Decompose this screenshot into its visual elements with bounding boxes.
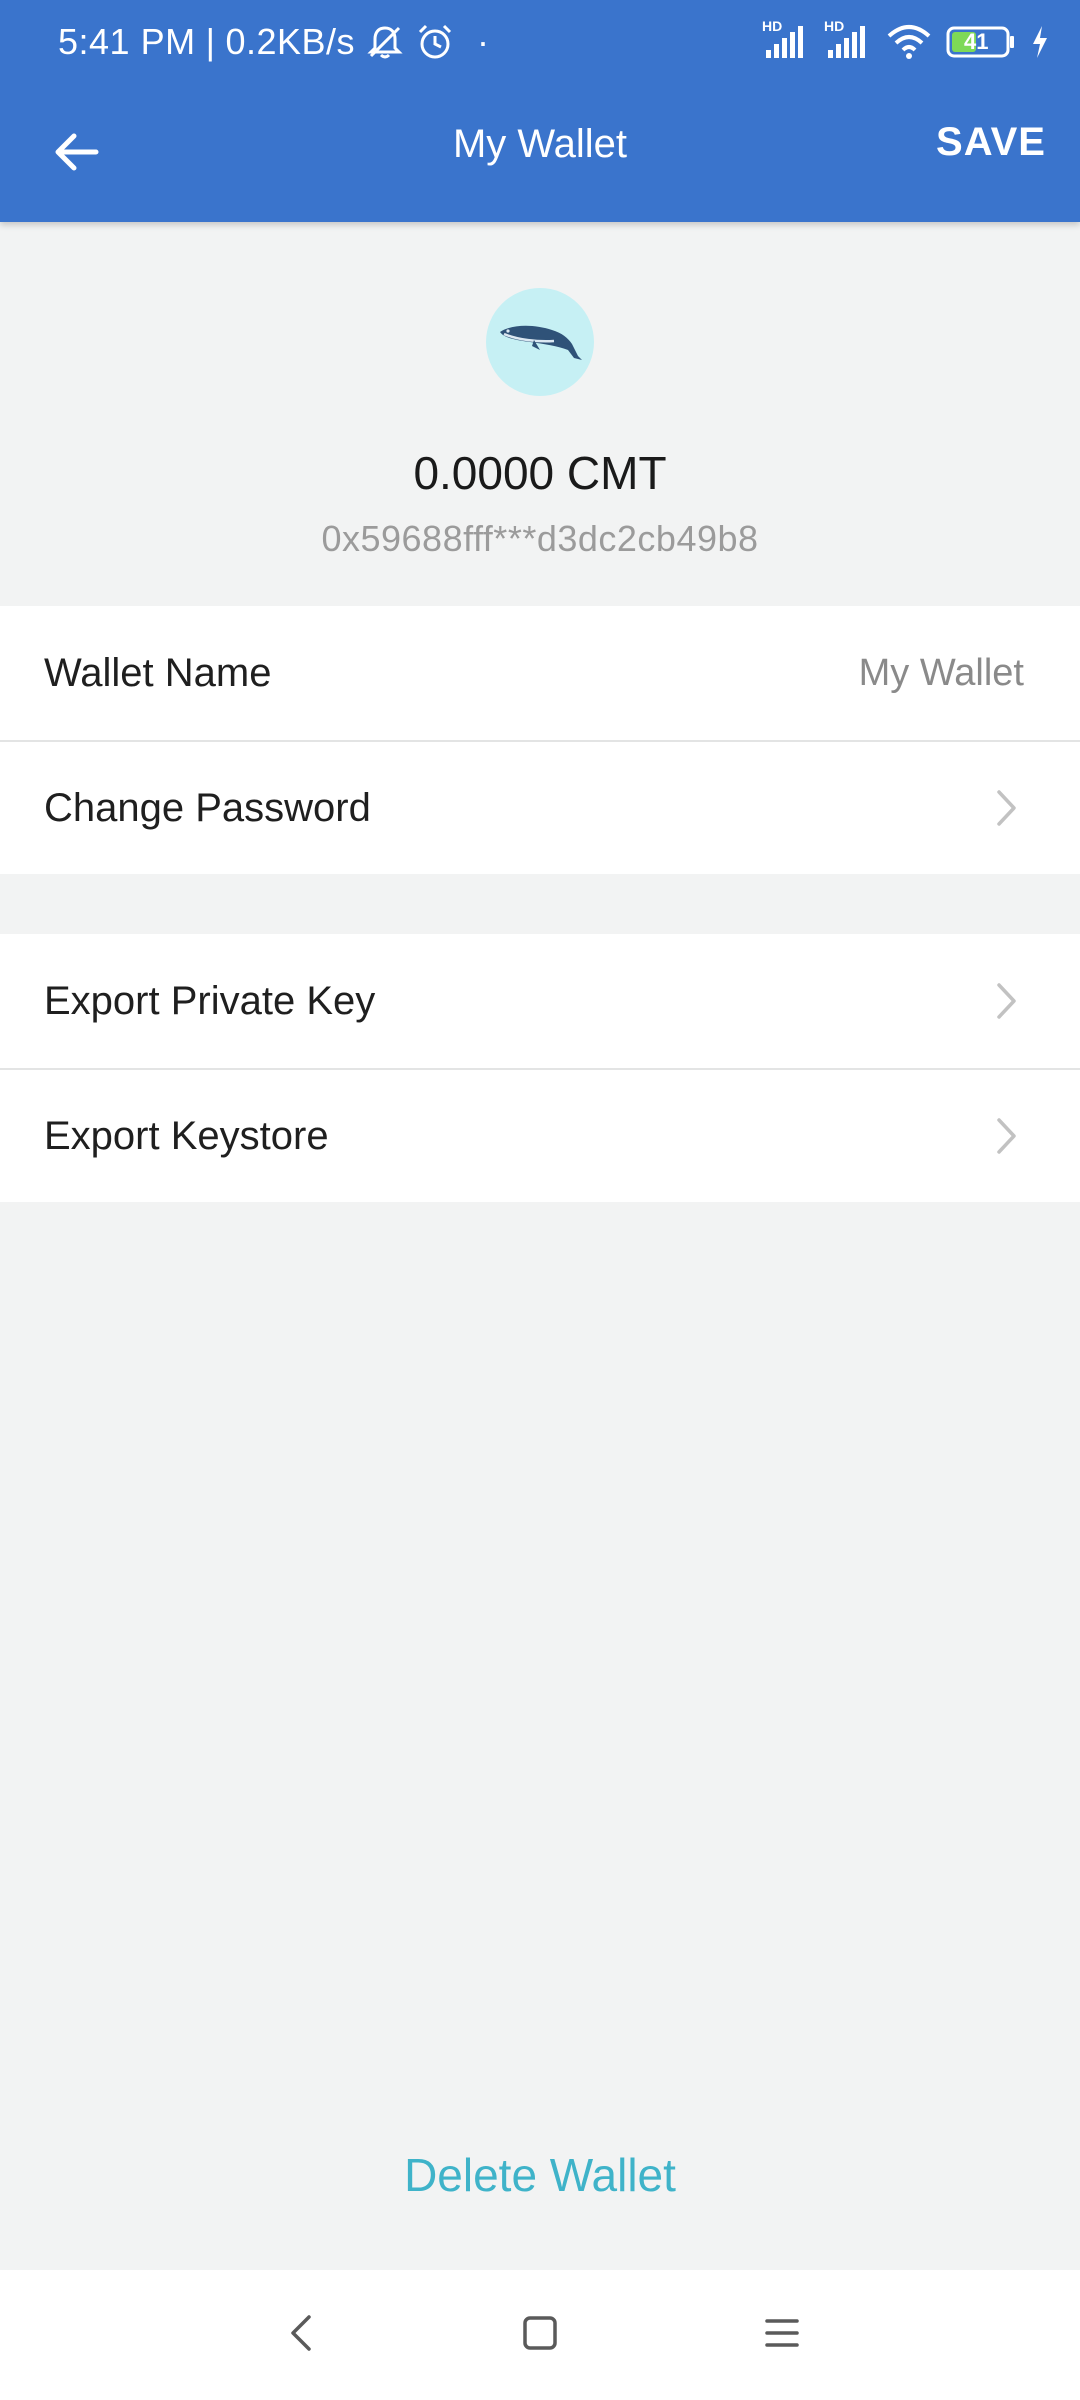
- settings-group-wallet: Wallet Name My Wallet Change Password: [0, 606, 1080, 874]
- change-password-row[interactable]: Change Password: [0, 740, 1080, 874]
- muted-bell-icon: [365, 22, 405, 62]
- export-keystore-row[interactable]: Export Keystore: [0, 1068, 1080, 1202]
- status-separator: |: [205, 21, 216, 62]
- settings-group-export: Export Private Key Export Keystore: [0, 934, 1080, 1202]
- nav-home-button[interactable]: [510, 2305, 570, 2365]
- status-bar: 5:41 PM | 0.2KB/s · HD HD 41: [0, 0, 1080, 84]
- delete-wallet-button[interactable]: Delete Wallet: [0, 2148, 1080, 2202]
- nav-menu-button[interactable]: [752, 2305, 812, 2365]
- wallet-name-value[interactable]: My Wallet: [859, 652, 1024, 695]
- wallet-name-row[interactable]: Wallet Name My Wallet: [0, 606, 1080, 740]
- network-badge: HD: [824, 18, 845, 34]
- export-private-key-label: Export Private Key: [44, 978, 376, 1023]
- chevron-right-icon: [996, 789, 1018, 827]
- status-dot: ·: [477, 21, 490, 62]
- save-button[interactable]: SAVE: [936, 120, 1046, 165]
- nav-menu-icon: [764, 2315, 800, 2356]
- battery-icon: 41: [946, 25, 1016, 59]
- page-title: My Wallet: [452, 122, 628, 166]
- signal-icon: HD: [824, 18, 872, 62]
- whale-icon: [494, 310, 586, 375]
- app-bar: My Wallet SAVE: [0, 84, 1080, 222]
- alarm-clock-icon: [415, 22, 455, 62]
- wallet-balance: 0.0000 CMT: [413, 447, 667, 499]
- wallet-name-label: Wallet Name: [44, 650, 272, 695]
- export-private-key-row[interactable]: Export Private Key: [0, 934, 1080, 1068]
- charging-bolt-icon: [1030, 24, 1050, 60]
- status-right: HD HD 41: [762, 18, 1050, 66]
- nav-back-icon: [287, 2313, 317, 2358]
- status-speed: 0.2KB/s: [225, 21, 356, 62]
- chevron-right-icon: [996, 1117, 1018, 1155]
- battery-level: 41: [964, 29, 989, 54]
- header: 5:41 PM | 0.2KB/s · HD HD 41 My Wallet S…: [0, 0, 1080, 222]
- status-time: 5:41 PM: [58, 21, 196, 62]
- wallet-address: 0x59688fff***d3dc2cb49b8: [321, 518, 759, 559]
- network-badge: HD: [762, 18, 783, 34]
- wallet-summary: 0.0000 CMT 0x59688fff***d3dc2cb49b8: [0, 222, 1080, 606]
- chevron-right-icon: [996, 982, 1018, 1020]
- nav-home-icon: [522, 2315, 558, 2356]
- wifi-icon: [886, 22, 932, 62]
- change-password-label: Change Password: [44, 785, 371, 830]
- signal-icon: HD: [762, 18, 810, 62]
- system-nav-bar: [0, 2270, 1080, 2400]
- status-left: 5:41 PM | 0.2KB/s ·: [58, 18, 490, 66]
- wallet-avatar: [486, 288, 594, 396]
- export-keystore-label: Export Keystore: [44, 1113, 329, 1158]
- nav-back-button[interactable]: [272, 2305, 332, 2365]
